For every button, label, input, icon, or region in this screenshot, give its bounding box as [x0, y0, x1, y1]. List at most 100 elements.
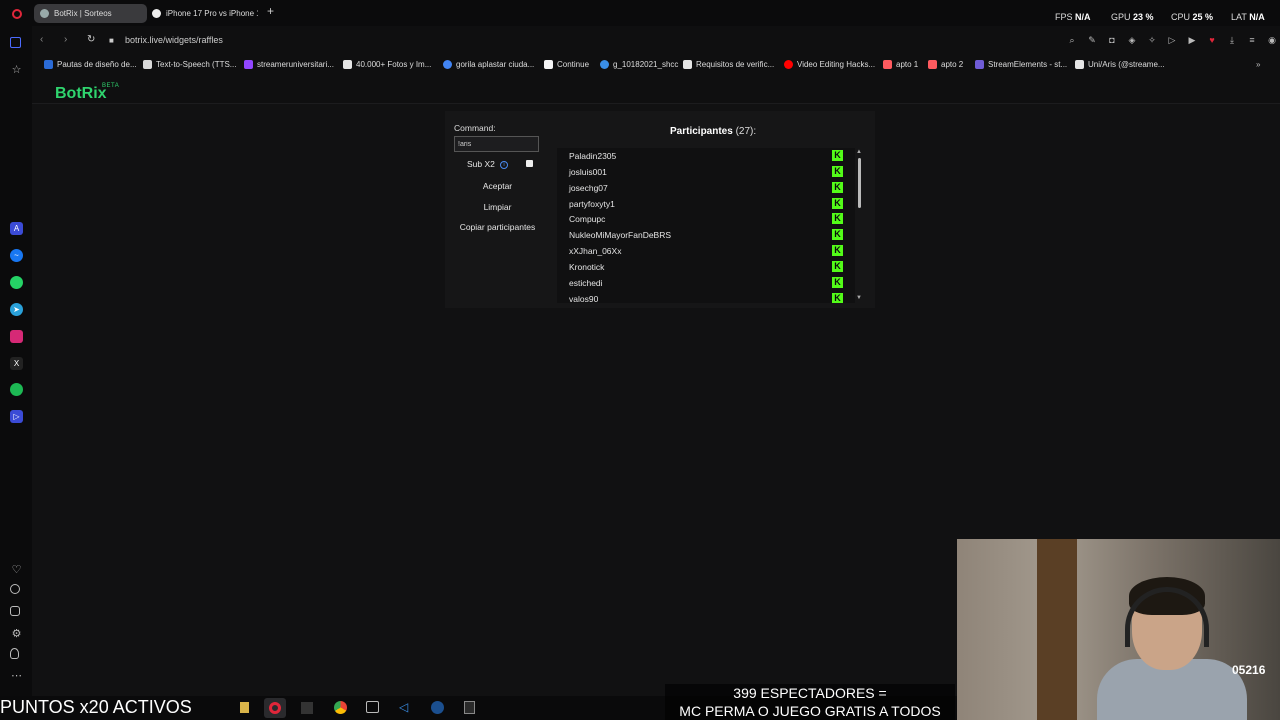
viewers-overlay: 399 ESPECTADORES = MC PERMA O JUEGO GRAT…: [665, 684, 955, 720]
spotify-icon[interactable]: [10, 383, 23, 396]
more-icon[interactable]: ⋯: [10, 669, 23, 682]
bookmark-item[interactable]: 40.000+ Fotos y Im...: [343, 60, 431, 69]
scroll-down-icon[interactable]: ▼: [856, 295, 862, 301]
list-item[interactable]: NukleoMiMayorFanDeBRS K: [569, 227, 849, 243]
cam-badge: 05216: [1232, 663, 1266, 677]
list-item[interactable]: partyfoxyty1 K: [569, 196, 849, 212]
botrix-logo[interactable]: BotRix: [55, 85, 107, 103]
tab-label: iPhone 17 Pro vs iPhone 1: [166, 9, 258, 18]
home-icon[interactable]: [10, 37, 21, 48]
bookmark-item[interactable]: Uni/Aris (@streame...: [1075, 60, 1165, 69]
bookmark-item[interactable]: Continue: [544, 60, 589, 69]
steam-icon[interactable]: [431, 701, 444, 714]
viewers-line-2: MC PERMA O JUEGO GRATIS A TODOS: [679, 703, 941, 719]
bookmark-item[interactable]: Pautas de diseño de...: [44, 60, 137, 69]
sub-x2-label: Sub X2: [467, 159, 495, 169]
taskbar-app-icon[interactable]: [240, 702, 249, 713]
bookmark-item[interactable]: Text-to-Speech (TTS...: [143, 60, 236, 69]
list-item[interactable]: Paladin2305 K: [569, 148, 849, 164]
back-icon[interactable]: ‹: [40, 34, 43, 45]
reload-icon[interactable]: ↻: [87, 34, 95, 45]
history-icon[interactable]: [10, 584, 20, 594]
bookmark-item[interactable]: apto 1: [883, 60, 918, 69]
taskbar-app-icon[interactable]: [301, 702, 313, 714]
vscode-icon[interactable]: ◁: [399, 701, 411, 714]
epic-icon[interactable]: [464, 701, 475, 714]
new-tab-button[interactable]: +: [265, 5, 276, 17]
bookmark-item[interactable]: gorila aplastar ciuda...: [443, 60, 534, 69]
accept-button[interactable]: Aceptar: [454, 179, 541, 193]
settings-icon[interactable]: ⚙: [10, 627, 23, 640]
list-item[interactable]: Kronotick K: [569, 259, 849, 275]
page-favicon-icon: [152, 9, 161, 18]
bookmark-favicon-icon: [143, 60, 152, 69]
bookmark-favicon-icon: [883, 60, 892, 69]
bookmark-favicon-icon: [784, 60, 793, 69]
bookmark-item[interactable]: Video Editing Hacks...: [784, 60, 875, 69]
tab-botrix[interactable]: BotRix | Sorteos: [34, 4, 147, 23]
edit-icon[interactable]: ✎: [1087, 35, 1097, 45]
opera-menu-icon[interactable]: [12, 9, 22, 19]
list-item[interactable]: josluis001 K: [569, 164, 849, 180]
bookmarks-overflow-icon[interactable]: »: [1256, 60, 1260, 69]
profile-icon[interactable]: ◉: [1267, 35, 1277, 45]
scroll-up-icon[interactable]: ▲: [856, 149, 862, 155]
info-icon[interactable]: i: [500, 161, 508, 169]
bookmark-item[interactable]: g_10182021_shcc: [600, 60, 678, 69]
list-item[interactable]: Compupc K: [569, 211, 849, 227]
bookmark-favicon-icon: [928, 60, 937, 69]
opera-taskbar-icon[interactable]: [264, 698, 286, 718]
list-item[interactable]: josechg07 K: [569, 180, 849, 196]
list-item[interactable]: valos90 K: [569, 291, 849, 303]
botrix-favicon-icon: [40, 9, 49, 18]
instagram-icon[interactable]: [10, 330, 23, 343]
bookmark-item[interactable]: StreamElements - st...: [975, 60, 1067, 69]
list-item[interactable]: estichedi K: [569, 275, 849, 291]
chrome-icon[interactable]: [334, 701, 347, 714]
copy-participants-button[interactable]: Copiar participantes: [454, 220, 541, 234]
whatsapp-icon[interactable]: [10, 276, 23, 289]
player-toolbar-icon[interactable]: ▶: [1187, 35, 1197, 45]
bookmark-item[interactable]: Requisitos de verific...: [683, 60, 774, 69]
bookmark-item[interactable]: apto 2: [928, 60, 963, 69]
shield-icon[interactable]: ◈: [1127, 35, 1137, 45]
bookmark-favicon-icon: [1075, 60, 1084, 69]
participants-list[interactable]: Paladin2305 K josluis001 K josechg07 K part…: [557, 148, 855, 303]
sub-x2-checkbox[interactable]: [526, 160, 533, 167]
kick-icon: K: [832, 277, 843, 288]
participant-name: valos90: [569, 294, 599, 303]
download-icon[interactable]: ⤓: [1227, 35, 1237, 45]
star-icon[interactable]: ☆: [10, 63, 23, 76]
list-scrollbar[interactable]: [858, 158, 861, 208]
tab-iphone[interactable]: iPhone 17 Pro vs iPhone 1: [146, 4, 258, 23]
bulb-icon[interactable]: [10, 648, 19, 659]
participant-name: josechg07: [569, 183, 608, 193]
menu-icon[interactable]: ≡: [1247, 35, 1257, 45]
participants-count: (27):: [735, 126, 757, 137]
telegram-icon[interactable]: ➤: [10, 303, 23, 316]
camera-icon[interactable]: ◘: [1107, 35, 1117, 45]
clear-button[interactable]: Limpiar: [454, 200, 541, 214]
search-icon[interactable]: ⌕: [1067, 35, 1077, 45]
player-icon[interactable]: ▷: [10, 410, 23, 423]
cube-icon[interactable]: [10, 606, 20, 616]
participant-name: Kronotick: [569, 262, 605, 272]
participant-name: NukleoMiMayorFanDeBRS: [569, 230, 672, 240]
extension-icon[interactable]: ✧: [1147, 35, 1157, 45]
bookmark-item[interactable]: streameruniversitari...: [244, 60, 334, 69]
heart-icon[interactable]: ♡: [10, 563, 23, 576]
participant-name: xXJhan_06Xx: [569, 246, 622, 256]
list-item[interactable]: xXJhan_06Xx K: [569, 243, 849, 259]
x-icon[interactable]: X: [10, 357, 23, 370]
kick-icon: K: [832, 150, 843, 161]
command-input[interactable]: [454, 136, 539, 152]
tab-label: BotRix | Sorteos: [54, 9, 112, 18]
url-field[interactable]: botrix.live/widgets/raffles: [125, 35, 223, 45]
kick-icon: K: [832, 166, 843, 177]
messenger-icon[interactable]: ~: [10, 249, 23, 262]
heart-toolbar-icon[interactable]: ♥: [1207, 35, 1217, 45]
flow-icon[interactable]: ▷: [1167, 35, 1177, 45]
taskbar-app-icon[interactable]: [366, 701, 379, 713]
forward-icon[interactable]: ›: [64, 34, 67, 45]
aria-icon[interactable]: A: [10, 222, 23, 235]
